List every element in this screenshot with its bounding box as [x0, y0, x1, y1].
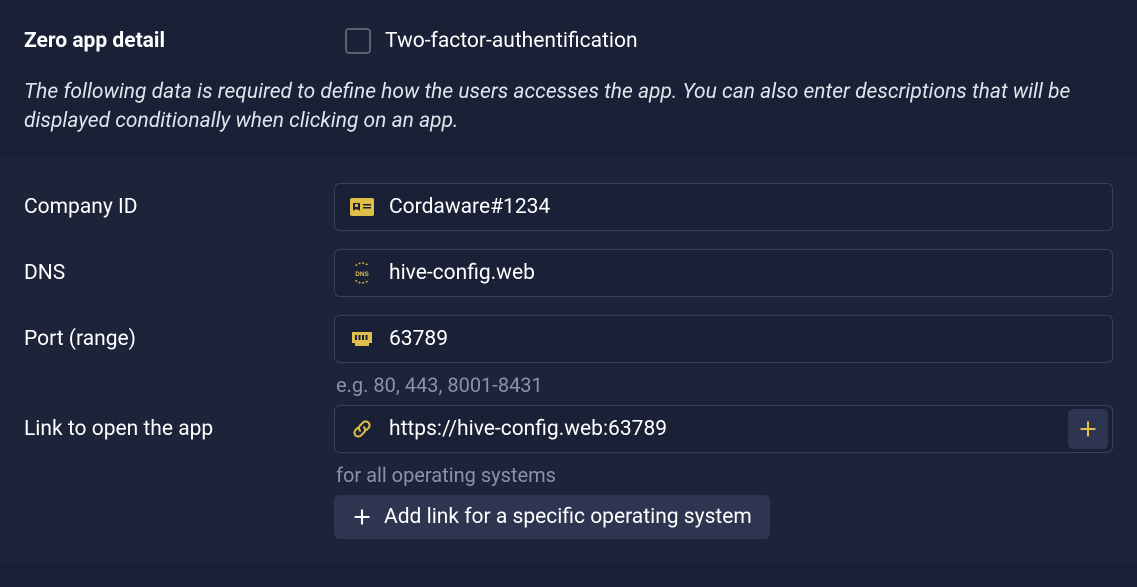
dns-field-col: DNS	[334, 249, 1113, 297]
twofa-checkbox-row: Two-factor-authentification	[345, 28, 638, 54]
twofa-checkbox[interactable]	[345, 28, 371, 54]
company-id-row: Company ID	[24, 183, 1113, 231]
link-hint: for all operating systems	[336, 463, 1113, 487]
link-input[interactable]	[389, 417, 1068, 441]
dns-row: DNS DNS	[24, 249, 1113, 297]
id-card-icon	[349, 196, 375, 218]
add-os-link-label: Add link for a specific operating system	[384, 505, 752, 529]
plus-icon	[1078, 419, 1098, 439]
add-os-link-button[interactable]: Add link for a specific operating system	[334, 495, 770, 539]
port-hint: e.g. 80, 443, 8001-8431	[336, 373, 1113, 397]
header-section: Zero app detail Two-factor-authentificat…	[0, 0, 1137, 157]
plus-icon	[352, 507, 372, 527]
port-row: Port (range) e.g. 80, 443, 8001-8431	[24, 315, 1113, 397]
twofa-label[interactable]: Two-factor-authentification	[385, 29, 638, 53]
dns-input[interactable]	[389, 261, 1098, 285]
link-label: Link to open the app	[24, 405, 334, 441]
port-input[interactable]	[389, 327, 1098, 351]
section-description: The following data is required to define…	[24, 78, 1113, 137]
link-row: Link to open the app for all opera	[24, 405, 1113, 487]
dns-icon: DNS	[349, 262, 375, 284]
dns-label: DNS	[24, 249, 334, 285]
form-section: Company ID DNS	[0, 157, 1137, 563]
add-link-button[interactable]	[1068, 409, 1108, 449]
svg-text:DNS: DNS	[355, 271, 369, 278]
dns-input-wrapper: DNS	[334, 249, 1113, 297]
link-field-col: for all operating systems	[334, 405, 1113, 487]
link-input-wrapper	[334, 405, 1113, 453]
section-title: Zero app detail	[24, 29, 165, 53]
company-id-input[interactable]	[389, 195, 1098, 219]
port-field-col: e.g. 80, 443, 8001-8431	[334, 315, 1113, 397]
port-input-wrapper	[334, 315, 1113, 363]
port-label: Port (range)	[24, 315, 334, 351]
company-id-field-col	[334, 183, 1113, 231]
ethernet-icon	[349, 328, 375, 350]
link-icon	[349, 418, 375, 440]
add-os-row: Add link for a specific operating system	[24, 495, 1113, 539]
company-id-label: Company ID	[24, 183, 334, 219]
header-row: Zero app detail Two-factor-authentificat…	[24, 28, 1113, 54]
company-id-input-wrapper	[334, 183, 1113, 231]
